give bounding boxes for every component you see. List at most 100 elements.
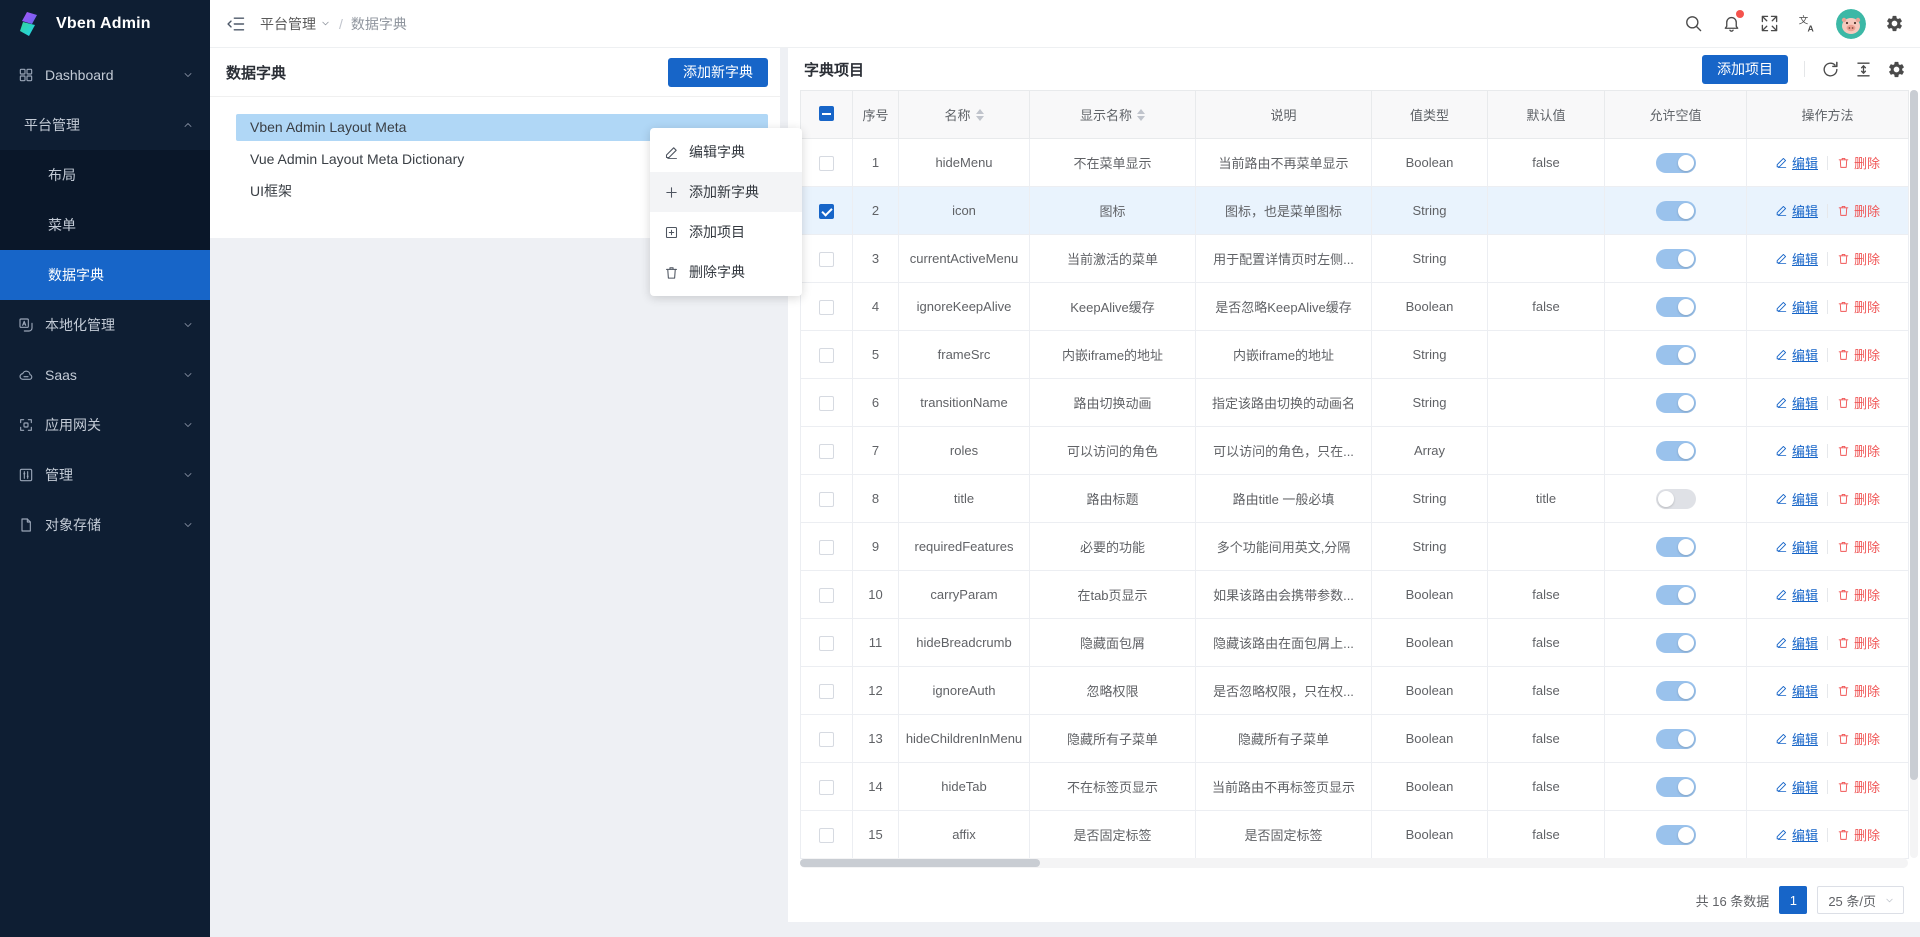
edit-button[interactable]: 编辑 — [1775, 393, 1818, 412]
pagination-page-1[interactable]: 1 — [1779, 886, 1807, 914]
sidebar-item-dashboard[interactable]: Dashboard — [0, 50, 210, 100]
vertical-scrollbar-thumb[interactable] — [1910, 90, 1918, 780]
nullable-toggle[interactable] — [1656, 585, 1696, 605]
context-menu-item-添加新字典[interactable]: 添加新字典 — [650, 172, 802, 212]
row-checkbox[interactable] — [819, 492, 834, 507]
context-menu-item-删除字典[interactable]: 删除字典 — [650, 252, 802, 292]
translate-icon[interactable]: 文A — [1798, 14, 1817, 33]
delete-button[interactable]: 删除 — [1837, 297, 1880, 316]
edit-button[interactable]: 编辑 — [1775, 297, 1818, 316]
nullable-toggle[interactable] — [1656, 729, 1696, 749]
sort-asc-icon[interactable] — [976, 109, 984, 114]
nullable-toggle[interactable] — [1656, 345, 1696, 365]
edit-button[interactable]: 编辑 — [1775, 153, 1818, 172]
delete-button[interactable]: 删除 — [1837, 201, 1880, 220]
column-settings-icon[interactable] — [1887, 60, 1906, 79]
edit-button[interactable]: 编辑 — [1775, 489, 1818, 508]
sidebar-item-布局[interactable]: 布局 — [0, 150, 210, 200]
sort-asc-icon[interactable] — [1137, 109, 1145, 114]
column-header-checkbox[interactable] — [801, 91, 853, 139]
sort-carets[interactable] — [1137, 109, 1145, 121]
fullscreen-icon[interactable] — [1760, 14, 1779, 33]
delete-button[interactable]: 删除 — [1837, 585, 1880, 604]
row-checkbox[interactable] — [819, 732, 834, 747]
row-checkbox[interactable] — [819, 396, 834, 411]
delete-button[interactable]: 删除 — [1837, 633, 1880, 652]
add-dictionary-button[interactable]: 添加新字典 — [668, 58, 768, 87]
delete-button[interactable]: 删除 — [1837, 777, 1880, 796]
edit-button[interactable]: 编辑 — [1775, 537, 1818, 556]
sidebar-item-应用网关[interactable]: 应用网关 — [0, 400, 210, 450]
sidebar-item-菜单[interactable]: 菜单 — [0, 200, 210, 250]
row-checkbox[interactable] — [819, 636, 834, 651]
context-menu-item-编辑字典[interactable]: 编辑字典 — [650, 132, 802, 172]
row-checkbox[interactable] — [819, 348, 834, 363]
edit-button[interactable]: 编辑 — [1775, 441, 1818, 460]
row-checkbox[interactable] — [819, 828, 834, 843]
sidebar-item-对象存储[interactable]: 对象存储 — [0, 500, 210, 550]
search-icon[interactable] — [1684, 14, 1703, 33]
sidebar-item-本地化管理[interactable]: 本地化管理 — [0, 300, 210, 350]
nullable-toggle[interactable] — [1656, 537, 1696, 557]
delete-button[interactable]: 删除 — [1837, 153, 1880, 172]
column-header-display[interactable]: 显示名称 — [1030, 91, 1196, 139]
row-checkbox[interactable] — [819, 300, 834, 315]
sidebar-item-管理[interactable]: 管理 — [0, 450, 210, 500]
row-checkbox[interactable] — [819, 156, 834, 171]
nullable-toggle[interactable] — [1656, 201, 1696, 221]
nullable-toggle[interactable] — [1656, 489, 1696, 509]
breadcrumb-item-platform[interactable]: 平台管理 — [260, 14, 331, 34]
edit-button[interactable]: 编辑 — [1775, 729, 1818, 748]
row-checkbox[interactable] — [819, 540, 834, 555]
sidebar-item-数据字典[interactable]: 数据字典 — [0, 250, 210, 300]
delete-button[interactable]: 删除 — [1837, 729, 1880, 748]
row-height-icon[interactable] — [1854, 60, 1873, 79]
sort-desc-icon[interactable] — [976, 116, 984, 121]
edit-button[interactable]: 编辑 — [1775, 201, 1818, 220]
refresh-icon[interactable] — [1821, 60, 1840, 79]
row-checkbox[interactable] — [819, 252, 834, 267]
row-checkbox[interactable] — [819, 204, 834, 219]
edit-button[interactable]: 编辑 — [1775, 825, 1818, 844]
app-logo[interactable]: Vben Admin — [0, 0, 210, 48]
nullable-toggle[interactable] — [1656, 441, 1696, 461]
delete-button[interactable]: 删除 — [1837, 393, 1880, 412]
row-checkbox[interactable] — [819, 780, 834, 795]
nullable-toggle[interactable] — [1656, 633, 1696, 653]
settings-icon[interactable] — [1885, 14, 1904, 33]
row-checkbox[interactable] — [819, 684, 834, 699]
nullable-toggle[interactable] — [1656, 393, 1696, 413]
sort-carets[interactable] — [976, 109, 984, 121]
add-item-button[interactable]: 添加项目 — [1702, 55, 1788, 84]
vertical-scrollbar[interactable] — [1910, 90, 1918, 858]
sidebar-item-平台管理[interactable]: 平台管理 — [0, 100, 210, 150]
edit-button[interactable]: 编辑 — [1775, 681, 1818, 700]
avatar[interactable] — [1836, 9, 1866, 39]
horizontal-scrollbar[interactable] — [800, 858, 1908, 868]
edit-button[interactable]: 编辑 — [1775, 633, 1818, 652]
sidebar-item-saas[interactable]: Saas — [0, 350, 210, 400]
nullable-toggle[interactable] — [1656, 777, 1696, 797]
horizontal-scrollbar-thumb[interactable] — [800, 859, 1040, 867]
row-checkbox[interactable] — [819, 444, 834, 459]
sort-desc-icon[interactable] — [1137, 116, 1145, 121]
delete-button[interactable]: 删除 — [1837, 441, 1880, 460]
column-header-name[interactable]: 名称 — [899, 91, 1030, 139]
delete-button[interactable]: 删除 — [1837, 345, 1880, 364]
edit-button[interactable]: 编辑 — [1775, 345, 1818, 364]
delete-button[interactable]: 删除 — [1837, 681, 1880, 700]
edit-button[interactable]: 编辑 — [1775, 585, 1818, 604]
bell-icon[interactable] — [1722, 14, 1741, 33]
nullable-toggle[interactable] — [1656, 249, 1696, 269]
select-all-checkbox[interactable] — [819, 106, 834, 121]
nullable-toggle[interactable] — [1656, 297, 1696, 317]
delete-button[interactable]: 删除 — [1837, 249, 1880, 268]
collapse-sidebar-icon[interactable] — [226, 14, 246, 34]
delete-button[interactable]: 删除 — [1837, 825, 1880, 844]
pagination-page-size-select[interactable]: 25 条/页 — [1817, 886, 1904, 914]
nullable-toggle[interactable] — [1656, 153, 1696, 173]
nullable-toggle[interactable] — [1656, 681, 1696, 701]
delete-button[interactable]: 删除 — [1837, 489, 1880, 508]
edit-button[interactable]: 编辑 — [1775, 249, 1818, 268]
row-checkbox[interactable] — [819, 588, 834, 603]
